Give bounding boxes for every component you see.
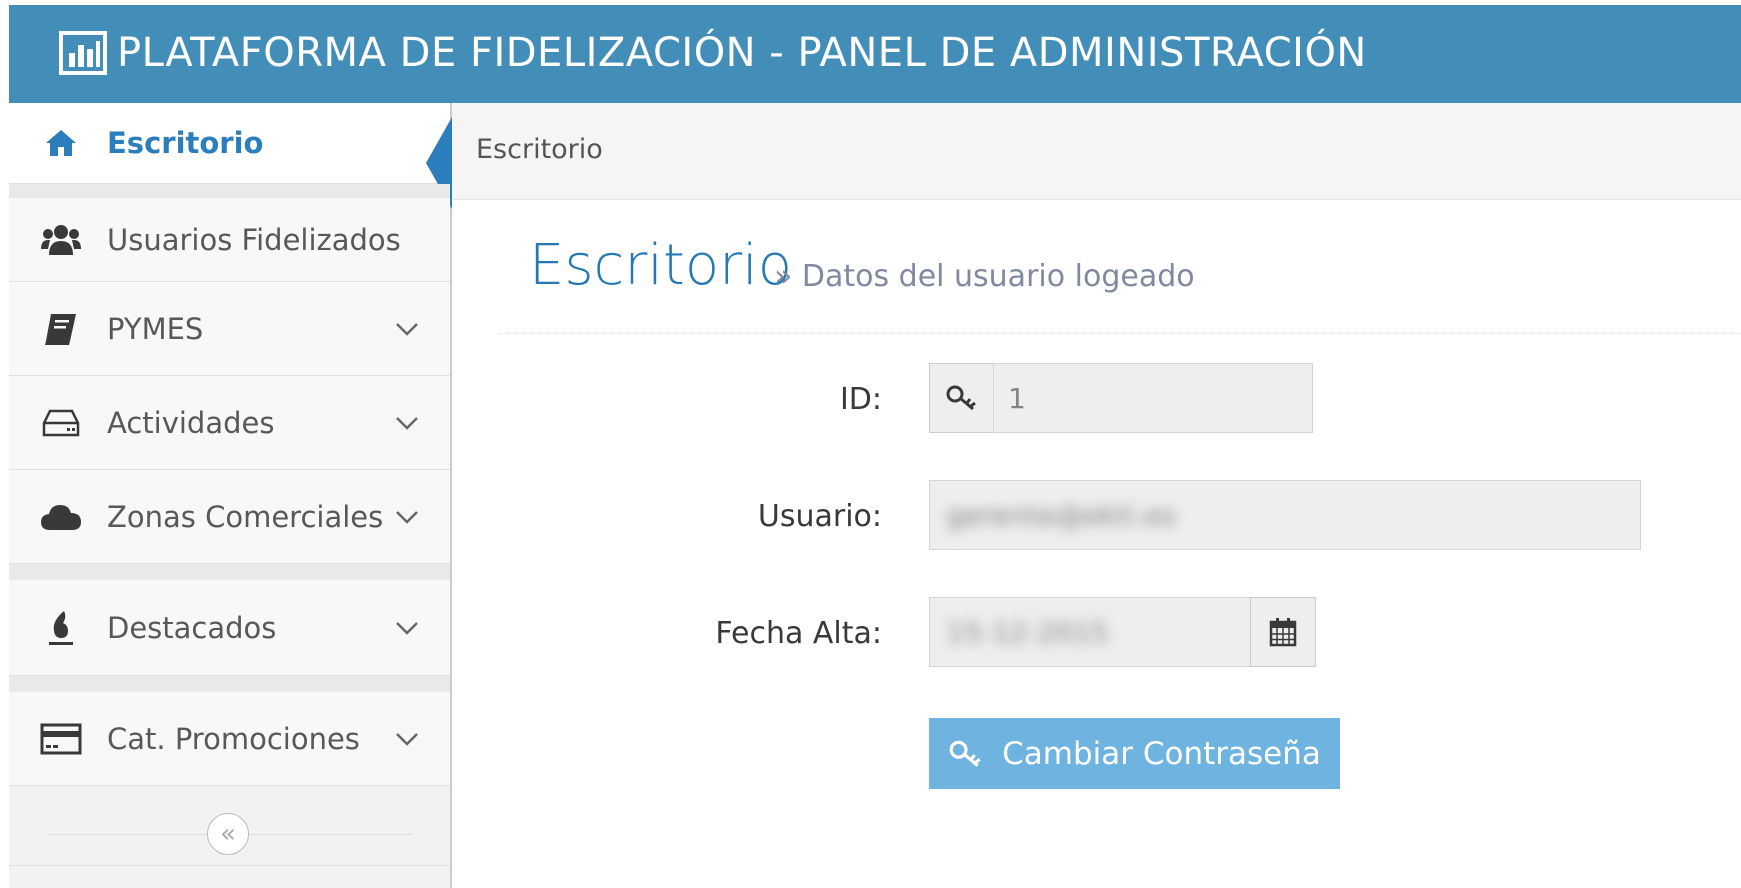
page-subtitle: » Datos del usuario logeado [774, 259, 1195, 294]
date-value: 15-12-2015 [946, 616, 1109, 649]
page-header: Escritorio » Datos del usuario logeado [499, 213, 1741, 334]
page: PLATAFORMA DE FIDELIZACIÓN - PANEL DE AD… [9, 5, 1741, 888]
sidebar-item-actividades[interactable]: Actividades [9, 376, 450, 470]
sidebar-item-label: PYMES [107, 311, 204, 346]
app-title: PLATAFORMA DE FIDELIZACIÓN - PANEL DE AD… [117, 30, 1367, 76]
chevron-down-icon [394, 615, 420, 641]
sidebar-item-label: Escritorio [107, 126, 264, 160]
collapse-sidebar-button[interactable]: « [207, 813, 249, 855]
chevron-down-icon [394, 504, 420, 530]
sidebar-item-destacados[interactable]: Destacados [9, 580, 450, 676]
brand[interactable]: PLATAFORMA DE FIDELIZACIÓN - PANEL DE AD… [59, 23, 1367, 83]
user-label: Usuario: [757, 499, 882, 534]
change-password-label: Cambiar Contraseña [1002, 735, 1321, 772]
sidebar-item-label: Cat. Promociones [107, 721, 360, 756]
cloud-icon [39, 495, 83, 539]
id-field[interactable]: 1 [993, 363, 1313, 433]
credit-card-icon [39, 717, 83, 761]
date-label: Fecha Alta: [715, 616, 882, 651]
breadcrumb: Escritorio [452, 103, 1741, 200]
calendar-icon [1269, 618, 1297, 647]
sidebar-divider [9, 184, 450, 199]
change-password-button[interactable]: Cambiar Contraseña [929, 718, 1340, 789]
sidebar-item-label: Usuarios Fidelizados [107, 222, 401, 257]
id-label: ID: [839, 382, 882, 417]
sidebar-item-pymes[interactable]: PYMES [9, 282, 450, 376]
id-value: 1 [1008, 382, 1026, 415]
double-chevron-left-icon: « [220, 819, 236, 849]
key-icon [946, 385, 976, 411]
top-navbar: PLATAFORMA DE FIDELIZACIÓN - PANEL DE AD… [9, 5, 1741, 103]
sidebar-item-label: Destacados [107, 610, 277, 645]
hdd-icon [39, 401, 83, 445]
user-field[interactable]: gerente@ekti.es [929, 480, 1641, 550]
bar-chart-icon [59, 31, 107, 75]
chevron-down-icon [394, 410, 420, 436]
id-addon [929, 363, 994, 433]
date-field[interactable]: 15-12-2015 [929, 597, 1251, 667]
home-icon [39, 121, 83, 165]
sidebar-item-label: Actividades [107, 405, 275, 440]
sidebar-item-escritorio[interactable]: Escritorio [9, 103, 452, 209]
sidebar-collapse: « [9, 803, 450, 866]
key-icon [949, 740, 981, 767]
fire-icon [39, 606, 83, 650]
users-icon [39, 218, 83, 262]
sidebar-item-label: Zonas Comerciales [107, 499, 384, 534]
sidebar-item-usuarios-fidelizados[interactable]: Usuarios Fidelizados [9, 198, 450, 282]
breadcrumb-current[interactable]: Escritorio [476, 134, 603, 165]
book-icon [39, 307, 83, 351]
sidebar: Escritorio Usuarios Fidelizados PYMES Ac… [9, 103, 452, 888]
sidebar-item-zonas-comerciales[interactable]: Zonas Comerciales [9, 470, 450, 564]
page-title: Escritorio [529, 233, 792, 298]
chevron-down-icon [394, 316, 420, 342]
sidebar-divider [9, 676, 450, 693]
chevron-down-icon [394, 726, 420, 752]
user-value: gerente@ekti.es [946, 499, 1176, 532]
sidebar-divider [9, 564, 450, 581]
date-picker-button[interactable] [1250, 597, 1316, 667]
sidebar-item-cat-promociones[interactable]: Cat. Promociones [9, 692, 450, 786]
